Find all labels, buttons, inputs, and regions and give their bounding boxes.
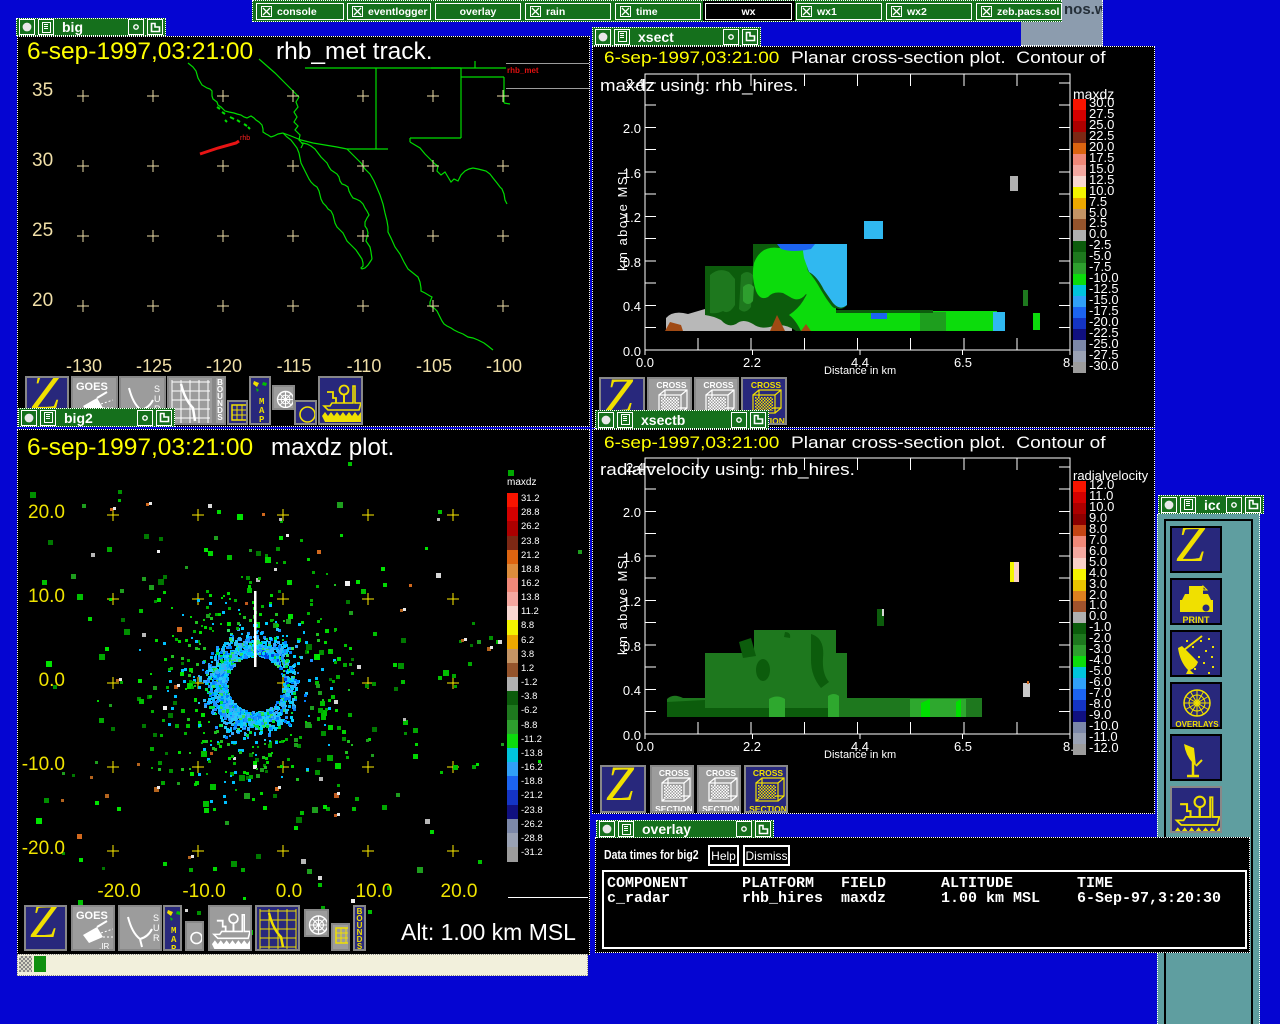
svg-text:GOES: GOES xyxy=(76,381,108,393)
svg-text:.IR: .IR xyxy=(99,942,109,951)
svg-text:S: S xyxy=(153,913,159,923)
svg-text:CROSS: CROSS xyxy=(703,380,734,390)
svg-text:CROSS: CROSS xyxy=(659,768,690,778)
svg-text:U: U xyxy=(153,923,160,933)
svg-text:CROSS: CROSS xyxy=(753,768,784,778)
svg-text:SECTION: SECTION xyxy=(655,804,693,813)
svg-text:SECTION: SECTION xyxy=(702,804,740,813)
svg-text:GOES: GOES xyxy=(76,910,108,922)
svg-text:CROSS: CROSS xyxy=(751,380,782,390)
svg-text:OVERLAYS: OVERLAYS xyxy=(1175,720,1219,729)
svg-text:PRINT: PRINT xyxy=(1183,615,1211,625)
svg-text:U: U xyxy=(154,394,161,404)
svg-text:P: P xyxy=(171,944,177,951)
svg-text:P: P xyxy=(259,415,265,425)
svg-text:rhb: rhb xyxy=(240,135,250,142)
svg-text:CROSS: CROSS xyxy=(656,380,687,390)
svg-text:CROSS: CROSS xyxy=(706,768,737,778)
svg-text:R: R xyxy=(153,933,160,943)
svg-text:S: S xyxy=(154,384,160,394)
svg-text:SECTION: SECTION xyxy=(749,804,787,813)
